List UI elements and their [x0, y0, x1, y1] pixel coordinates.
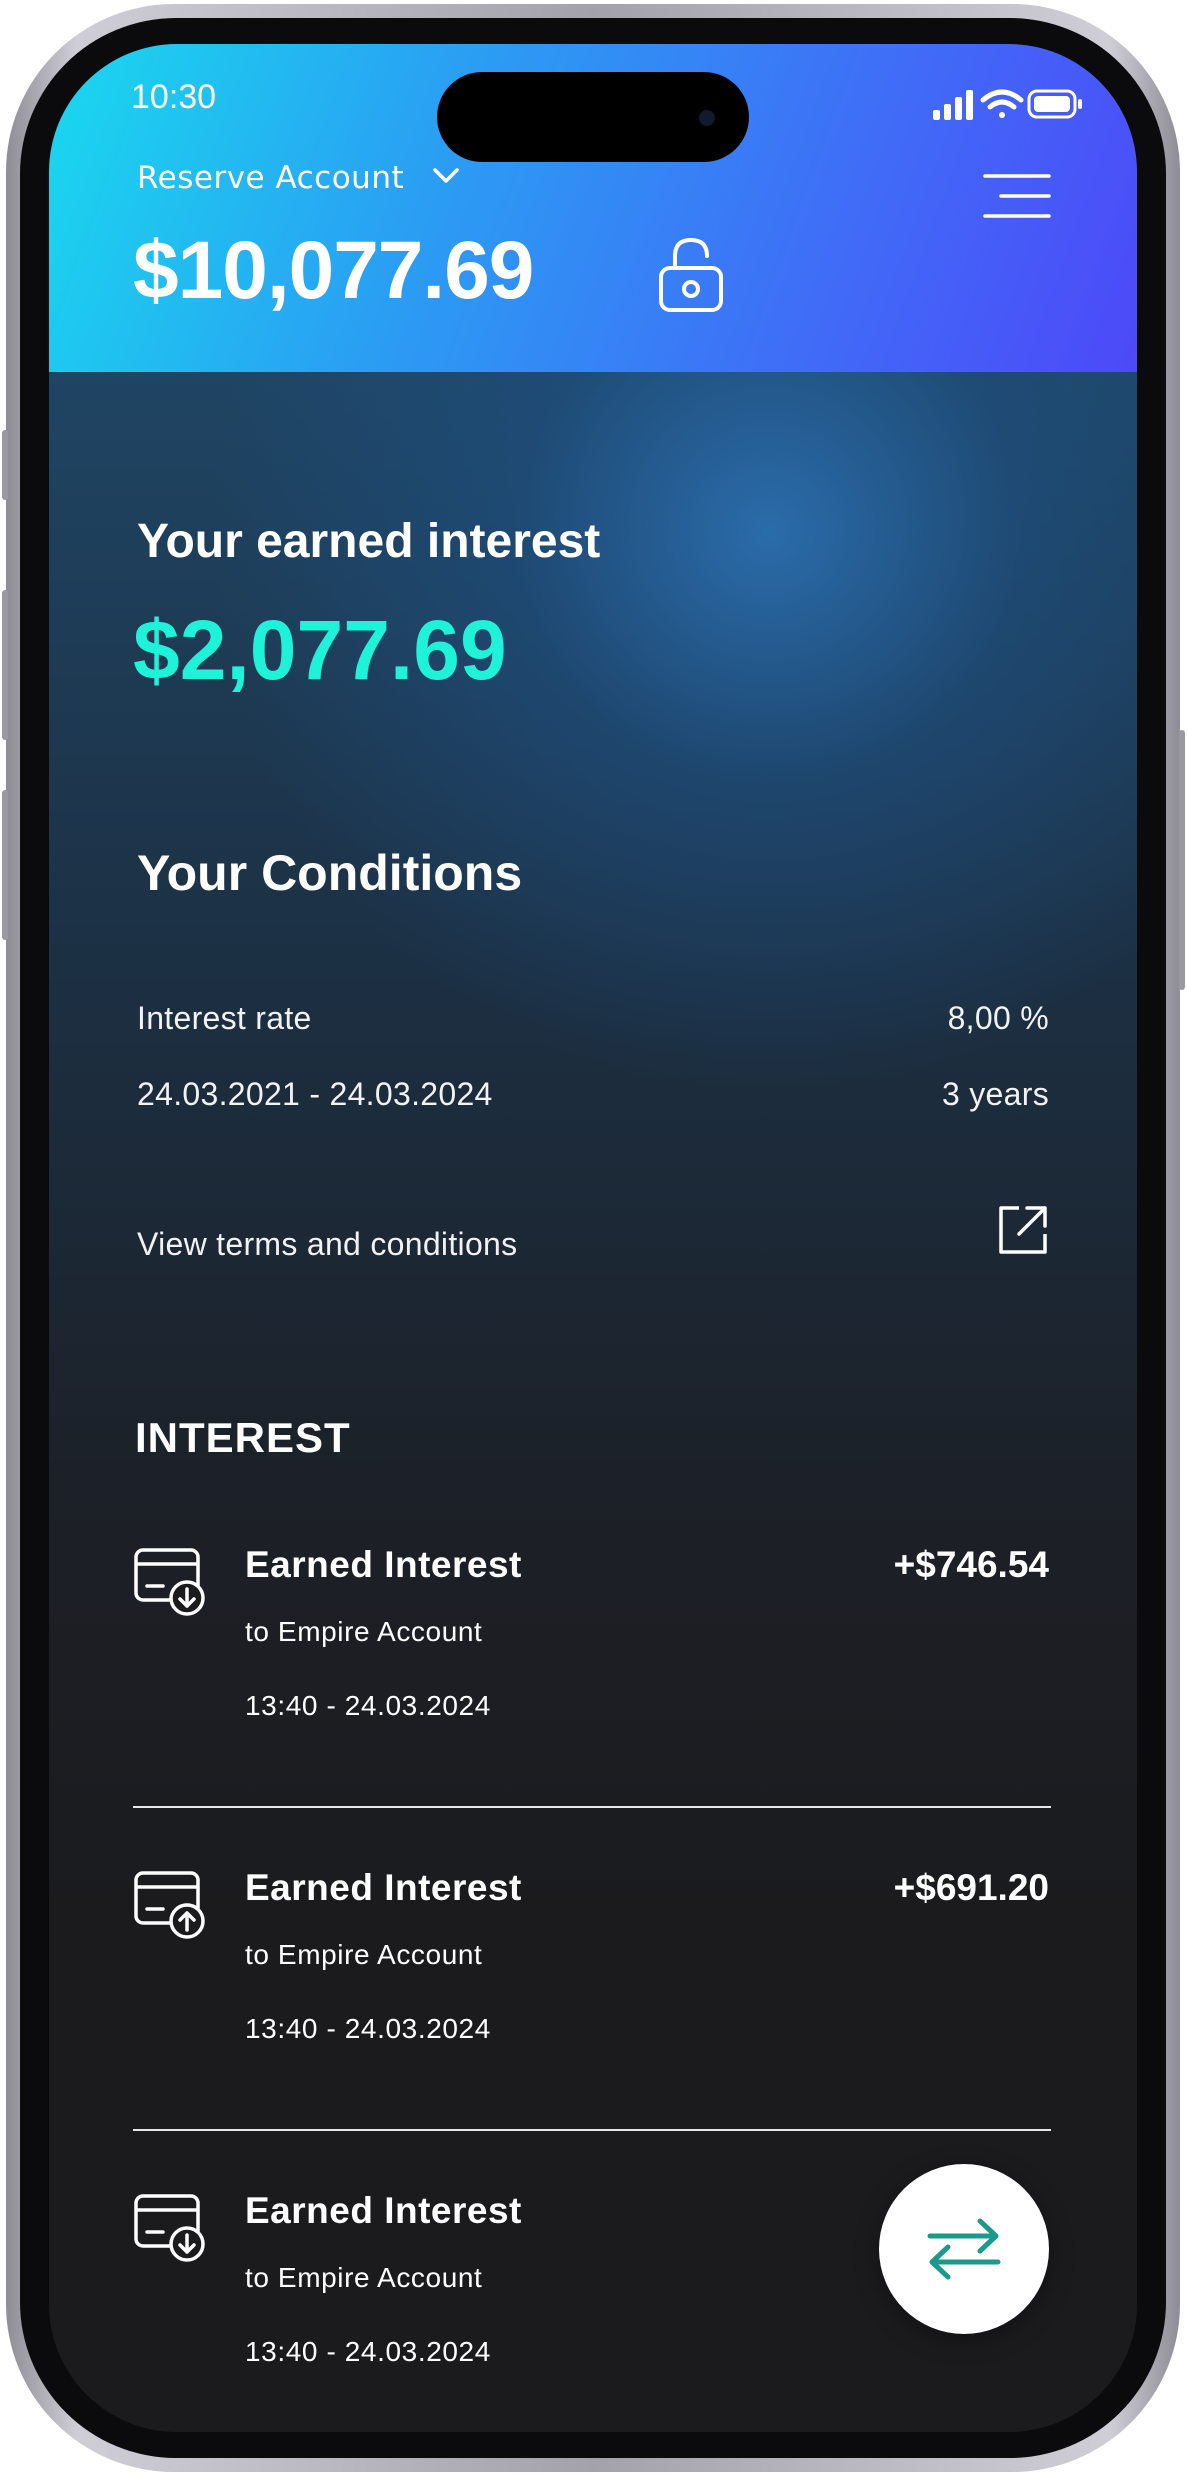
transaction-row[interactable]: Earned Interest to Empire Account 13:40 …	[49, 1867, 1137, 2190]
side-button	[2, 590, 8, 740]
terms-link-label: View terms and conditions	[137, 1226, 518, 1262]
transaction-amount: +$691.20	[893, 1867, 1049, 1908]
interest-rate-value: 8,00 %	[947, 1000, 1049, 1036]
menu-icon[interactable]	[983, 172, 1051, 220]
card-download-icon	[134, 1548, 205, 1616]
side-button	[2, 790, 8, 940]
signal-icon	[933, 90, 973, 120]
term-period: 24.03.2021 - 24.03.2024	[137, 1076, 493, 1112]
battery-icon	[1027, 89, 1082, 119]
transaction-subtitle: to Empire Account	[245, 2262, 483, 2293]
unlock-icon[interactable]	[657, 236, 725, 314]
account-balance: $10,077.69	[133, 225, 534, 316]
divider	[133, 1806, 1051, 1808]
earned-interest-amount: $2,077.69	[133, 603, 507, 697]
side-button	[2, 430, 8, 500]
transaction-subtitle: to Empire Account	[245, 1939, 483, 1970]
account-label: Reserve Account	[137, 160, 405, 196]
app-screen: 10:30 Reserve Account $10,077.69 Your ea…	[49, 44, 1137, 2432]
external-link-icon	[999, 1206, 1047, 1254]
transaction-title: Earned Interest	[245, 1867, 522, 1908]
transaction-title: Earned Interest	[245, 1544, 522, 1585]
interest-rate-label: Interest rate	[137, 1000, 312, 1036]
dynamic-island	[437, 72, 749, 162]
earned-interest-title: Your earned interest	[137, 515, 601, 568]
chevron-down-icon	[433, 168, 459, 183]
swap-arrows-icon	[927, 2218, 1001, 2280]
transaction-timestamp: 13:40 - 24.03.2024	[245, 2013, 491, 2044]
transaction-row[interactable]: Earned Interest to Empire Account 13:40 …	[49, 1544, 1137, 1867]
interest-section-heading: INTEREST	[135, 1414, 351, 1461]
transfer-button[interactable]	[879, 2164, 1049, 2334]
side-button	[1179, 730, 1185, 990]
term-duration: 3 years	[941, 1076, 1049, 1112]
transaction-timestamp: 13:40 - 24.03.2024	[245, 2336, 491, 2367]
transaction-timestamp: 13:40 - 24.03.2024	[245, 1690, 491, 1721]
card-upload-icon	[134, 1871, 205, 1939]
conditions-title: Your Conditions	[137, 845, 523, 901]
transaction-subtitle: to Empire Account	[245, 1616, 483, 1647]
camera-icon	[699, 110, 715, 126]
status-time: 10:30	[131, 78, 217, 116]
card-download-icon	[134, 2194, 205, 2262]
status-icons	[933, 89, 1082, 120]
transaction-amount: +$746.54	[893, 1544, 1049, 1585]
transaction-title: Earned Interest	[245, 2190, 522, 2231]
wifi-icon	[980, 89, 1024, 118]
divider	[133, 2129, 1051, 2131]
